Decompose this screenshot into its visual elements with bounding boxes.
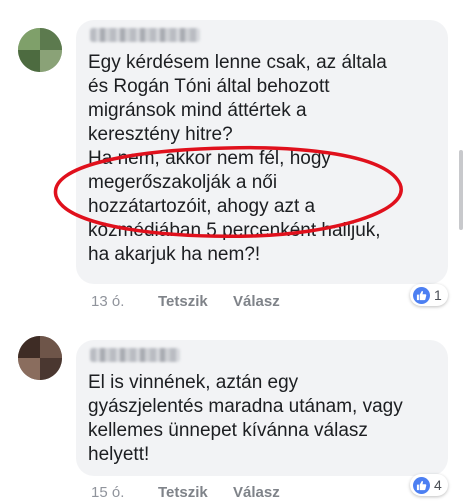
comment-text: El is vinnének, aztán egy gyászjelentés … — [88, 372, 403, 465]
like-button[interactable]: Tetszik — [158, 293, 208, 310]
like-icon — [413, 476, 430, 494]
comment-timestamp[interactable]: 13 ó. — [91, 293, 124, 310]
reaction-count: 1 — [434, 287, 442, 303]
comment-text: Egy kérdésem lenne csak, az általa és Ro… — [88, 52, 387, 265]
comment-bubble: Egy kérdésem lenne csak, az általa és Ro… — [76, 20, 448, 284]
commenter-name-blurred[interactable] — [90, 28, 200, 42]
comment-bubble: El is vinnének, aztán egy gyászjelentés … — [76, 340, 448, 476]
commenter-avatar[interactable] — [18, 28, 62, 72]
like-icon — [413, 286, 430, 304]
reaction-count: 4 — [434, 477, 442, 493]
like-button[interactable]: Tetszik — [158, 484, 208, 501]
comment-timestamp[interactable]: 15 ó. — [91, 484, 124, 501]
reaction-summary[interactable]: 1 — [410, 284, 448, 306]
reply-button[interactable]: Válasz — [233, 293, 280, 310]
commenter-name-blurred[interactable] — [90, 348, 180, 362]
commenter-avatar[interactable] — [18, 336, 62, 380]
reaction-summary[interactable]: 4 — [410, 474, 448, 496]
reply-button[interactable]: Válasz — [233, 484, 280, 501]
scrollbar[interactable] — [459, 150, 463, 230]
